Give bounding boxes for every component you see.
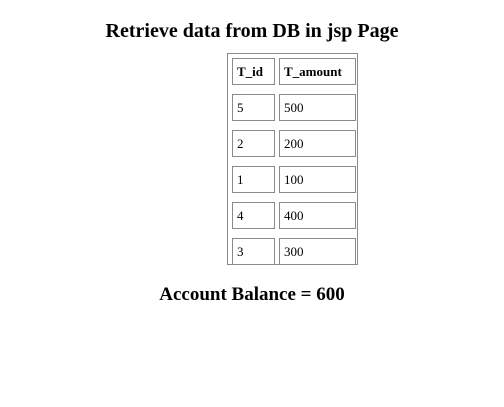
row-gap [232,193,356,202]
row-gap [232,121,356,130]
page-title: Retrieve data from DB in jsp Page [105,20,399,43]
table-header-row: T_id T_amount [232,58,356,85]
table-row: 3 300 [232,238,356,265]
table-row: 4 400 [232,202,356,229]
row-gap [232,157,356,166]
cell-t-id: 4 [232,202,275,229]
header-t-amount: T_amount [279,58,356,85]
cell-t-id: 3 [232,238,275,265]
jsp-page: Retrieve data from DB in jsp Page T_id T… [0,0,504,407]
table-row: 1 100 [232,166,356,193]
cell-t-amount: 500 [279,94,356,121]
header-t-id: T_id [232,58,275,85]
cell-t-amount: 400 [279,202,356,229]
cell-t-amount: 100 [279,166,356,193]
transactions-table: T_id T_amount 5 500 2 200 1 100 4 400 3 … [227,53,358,265]
cell-t-id: 5 [232,94,275,121]
table-row: 2 200 [232,130,356,157]
table-row: 5 500 [232,94,356,121]
cell-t-id: 2 [232,130,275,157]
account-balance: Account Balance = 600 [159,284,345,305]
cell-t-id: 1 [232,166,275,193]
data-table: T_id T_amount 5 500 2 200 1 100 4 400 3 … [232,58,356,265]
cell-t-amount: 300 [279,238,356,265]
row-gap [232,229,356,238]
row-gap [232,85,356,94]
cell-t-amount: 200 [279,130,356,157]
